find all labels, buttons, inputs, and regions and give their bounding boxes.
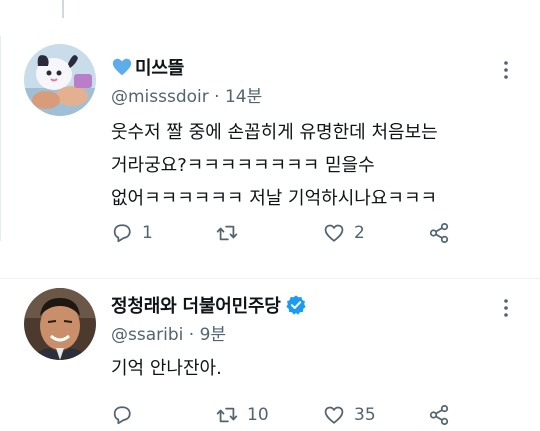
retweet-icon <box>216 407 238 423</box>
handle-and-time[interactable]: @misssdoir · 14분 <box>111 82 262 107</box>
tweet-header: 정청래와 더불어민주당 @ssaribi · 9분 <box>111 292 307 345</box>
tweet-header: 미쓰뜰 @misssdoir · 14분 <box>111 54 262 107</box>
reply-count: 1 <box>142 223 153 243</box>
share-button[interactable] <box>428 220 450 246</box>
like-button[interactable]: 35 <box>323 402 376 428</box>
thread-connector-line <box>62 0 64 18</box>
heart-outline-icon <box>324 406 344 424</box>
tweet-text: 웃수저 짤 중에 손꼽히게 유명한데 처음보는 거라궁요?ㅋㅋㅋㅋㅋㅋㅋㅋ 믿을… <box>111 122 438 209</box>
reply-button[interactable]: 1 <box>111 220 153 246</box>
share-button[interactable] <box>428 402 450 428</box>
avatar[interactable] <box>24 44 96 116</box>
tweet-text: 기억 안나잔아. <box>111 358 222 379</box>
display-name[interactable]: 정청래와 더불어민주당 <box>111 292 281 318</box>
retweet-button[interactable] <box>216 220 247 246</box>
retweet-button[interactable]: 10 <box>216 402 269 428</box>
like-button[interactable]: 2 <box>323 220 365 246</box>
tweet[interactable]: 정청래와 더불어민주당 @ssaribi · 9분 기억 안나잔아. 10 35 <box>0 278 540 431</box>
display-name[interactable]: 미쓰뜰 <box>135 54 184 80</box>
more-options-icon[interactable] <box>496 60 516 80</box>
share-icon <box>429 222 449 244</box>
retweet-count: 10 <box>247 405 269 425</box>
tweet-actions: 1 2 <box>111 220 471 246</box>
blue-heart-emoji-icon <box>112 58 132 76</box>
heart-outline-icon <box>324 224 344 242</box>
retweet-icon <box>216 225 238 241</box>
tweet[interactable]: 미쓰뜰 @misssdoir · 14분 웃수저 짤 중에 손꼽히게 유명한데 … <box>0 30 540 278</box>
reply-icon <box>113 406 131 425</box>
like-count: 35 <box>354 405 376 425</box>
reply-icon <box>113 224 131 243</box>
avatar[interactable] <box>24 288 96 360</box>
share-icon <box>429 404 449 426</box>
more-options-icon[interactable] <box>496 298 516 318</box>
like-count: 2 <box>354 223 365 243</box>
handle-and-time[interactable]: @ssaribi · 9분 <box>111 320 307 345</box>
verified-badge-icon <box>286 295 306 315</box>
reply-button[interactable] <box>111 402 142 428</box>
tweet-actions: 10 35 <box>111 402 471 428</box>
